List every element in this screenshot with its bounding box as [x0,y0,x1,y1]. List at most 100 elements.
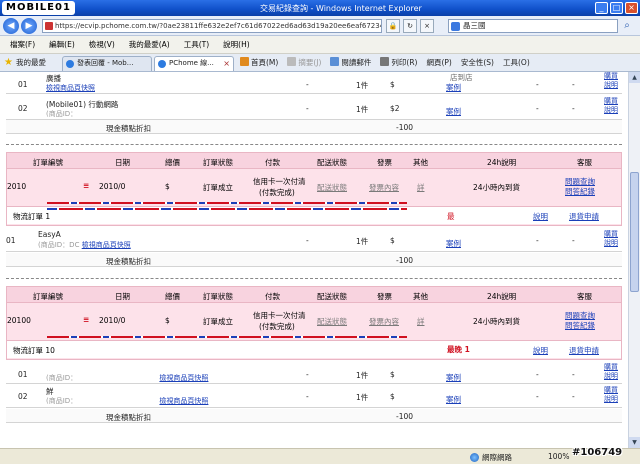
quantity: 1件 [356,371,369,380]
back-arrow-icon: ◀ [7,21,15,31]
tab-favicon-icon [158,60,166,68]
forward-button[interactable]: ▶ [21,18,37,34]
search-icon[interactable]: ⌕ [620,19,634,33]
maximize-button[interactable]: □ [610,2,623,14]
product-snapshot-link[interactable]: 檢視商品頁快照 [159,374,208,382]
site-favicon-icon [45,22,53,30]
tab-mobile01[interactable]: 發表回覆 - Mob... [62,56,152,71]
safety-menu[interactable]: 安全性(S) [461,57,494,68]
payment-method: 信用卡一次付清 [253,177,306,186]
order-status: 訂單成立 [203,183,233,192]
case-link[interactable]: 案例 [446,395,461,404]
search-input[interactable]: 晶三國 [448,19,618,33]
tab-pchome[interactable]: PChome 線... × [154,56,234,71]
product-snapshot-link[interactable]: 檢視商品頁快照 [159,397,208,405]
dash-cell: - [306,104,309,113]
zoom-level[interactable]: 100% [548,452,569,461]
menu-file[interactable]: 檔案(F) [10,39,35,50]
dash-cell: - [572,236,575,245]
product-id: (商品ID： [46,374,78,382]
menu-edit[interactable]: 編輯(E) [49,39,75,50]
header-invoice: 發票 [377,158,392,167]
buy-link[interactable]: 購買 [604,230,618,238]
detail-link[interactable]: 詳 [417,182,425,193]
mail-icon [330,57,340,66]
dash-cell: - [536,236,539,245]
invoice-link[interactable]: 發票內容 [369,182,399,193]
delivery-status-link[interactable]: 配送狀態 [317,182,347,193]
menu-view[interactable]: 檢視(V) [89,39,115,50]
help-link[interactable]: 說明 [604,239,618,247]
logistics-row: 物流訂單 1 最 說明 退貨申請 [7,206,621,224]
buy-link[interactable]: 購買 [604,97,618,105]
help-link[interactable]: 說明 [604,81,618,89]
buy-link[interactable]: 購買 [604,386,618,394]
lane-help-link[interactable]: 說明 [533,345,548,356]
page-menu[interactable]: 網頁(P) [426,57,451,68]
discount-label: 現金積點折扣 [106,124,151,133]
menu-help[interactable]: 說明(H) [223,39,250,50]
header-delivery: 配送狀態 [317,292,347,301]
read-mail-button[interactable]: 閱讀郵件 [330,57,371,68]
price: $ [390,370,395,379]
buy-link[interactable]: 購買 [604,363,618,371]
print-button[interactable]: 列印(R) [380,57,417,68]
window-title-bar[interactable]: MOBILE01 交易紀錄查詢 - Windows Internet Explo… [0,0,640,16]
back-button[interactable]: ◀ [3,18,19,34]
product-row: 02 (Mobile01) 行動網路 (商品ID： - 1件 $2 案例 - -… [6,94,622,120]
header-delivery: 配送狀態 [317,158,347,167]
stop-icon[interactable]: × [420,19,434,33]
product-snapshot-link[interactable]: 檢視商品頁快照 [46,84,95,92]
item-number: 01 [18,80,28,89]
header-payment: 付款 [265,292,280,301]
case-link[interactable]: 案例 [446,107,461,116]
minimize-button[interactable]: _ [595,2,608,14]
product-row: 02 鮮 (商品ID： 檢視商品頁快照 - 1件 $ 案例 - - 購買 說明 [6,384,622,408]
help-link[interactable]: 說明 [604,395,618,403]
delivery-note: 24小時內到貨 [473,317,521,326]
detail-link[interactable]: 詳 [417,316,425,327]
search-value: 晶三國 [463,21,486,30]
case-link[interactable]: 案例 [446,239,461,248]
page-content: 01 廣播 檢視商品頁快照 - 1件 $ 店到店 案例 - - 購買 說明 02 … [0,72,628,448]
product-snapshot-link[interactable]: 檢視商品頁快照 [82,241,131,249]
home-button[interactable]: 首頁(M) [240,57,278,68]
close-button[interactable]: × [625,2,638,14]
dash-cell: - [306,80,309,89]
scroll-down-icon[interactable]: ▼ [629,437,640,448]
menu-favorites[interactable]: 我的最愛(A) [129,39,170,50]
dash-cell: - [572,104,575,113]
globe-icon [470,453,479,462]
return-request-link[interactable]: 退貨申請 [569,345,599,356]
scroll-thumb[interactable] [630,172,639,292]
product-id: (商品ID：DC [38,241,80,249]
tab-close-icon[interactable]: × [223,57,230,70]
qa-history-link[interactable]: 問答紀錄 [565,186,595,197]
address-input[interactable]: https://ecvip.pchome.com.tw/?0ae23811ffe… [42,19,382,33]
qa-history-link[interactable]: 問答紀錄 [565,320,595,331]
header-notes: 24h說明 [487,158,517,167]
header-other: 其他 [413,158,428,167]
buy-link[interactable]: 購買 [604,72,618,80]
vertical-scrollbar[interactable]: ▲ ▼ [628,72,640,448]
scroll-up-icon[interactable]: ▲ [629,72,640,83]
favorites-button[interactable]: ★ 我的最愛 [4,57,46,68]
case-link[interactable]: 案例 [446,83,461,92]
tools-menu[interactable]: 工具(O) [503,57,530,68]
help-link[interactable]: 說明 [604,372,618,380]
discount-label: 現金積點折扣 [106,413,151,422]
lane-help-link[interactable]: 說明 [533,211,548,222]
case-link[interactable]: 案例 [446,373,461,382]
price: $ [390,392,395,401]
feeds-button[interactable]: 摘要(J) [287,57,321,68]
return-request-link[interactable]: 退貨申請 [569,211,599,222]
delivery-status-link[interactable]: 配送狀態 [317,316,347,327]
menu-tools[interactable]: 工具(T) [184,39,209,50]
search-provider-icon [451,22,460,31]
quantity: 1件 [356,393,369,402]
help-link[interactable]: 說明 [604,106,618,114]
invoice-link[interactable]: 發票內容 [369,316,399,327]
refresh-icon[interactable]: ↻ [403,19,417,33]
lock-icon[interactable]: 🔒 [386,19,400,33]
dash-cell: - [536,392,539,401]
